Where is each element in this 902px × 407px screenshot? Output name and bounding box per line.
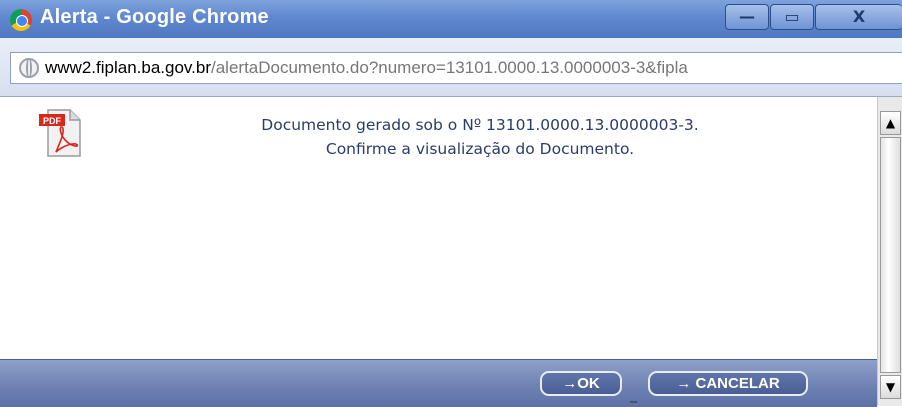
minimize-button[interactable]: — (725, 4, 769, 30)
url-field[interactable]: www2.fiplan.ba.gov.br/alertaDocumento.do… (10, 52, 902, 84)
chrome-logo-icon (10, 9, 32, 31)
address-bar: www2.fiplan.ba.gov.br/alertaDocumento.do… (0, 38, 902, 97)
message-line-2: Confirme a visualização do Documento. (325, 140, 635, 158)
globe-icon (19, 58, 39, 78)
url-host: www2.fiplan.ba.gov.br (45, 58, 211, 77)
ok-button[interactable]: →OK (540, 371, 622, 396)
window-title: Alerta - Google Chrome (40, 6, 269, 28)
url-text: www2.fiplan.ba.gov.br/alertaDocumento.do… (45, 58, 688, 78)
scroll-up-arrow-icon[interactable]: ▲ (880, 111, 901, 135)
cancel-button[interactable]: → CANCELAR (648, 371, 808, 396)
window-titlebar: Alerta - Google Chrome — ▭ X (0, 0, 902, 38)
maximize-button[interactable]: ▭ (770, 4, 814, 30)
pdf-badge-label: PDF (43, 116, 62, 126)
close-button[interactable]: X (815, 4, 902, 30)
url-path: /alertaDocumento.do?numero=13101.0000.13… (211, 58, 688, 77)
alert-message: Documento gerado sob o Nº 13101.0000.13.… (150, 113, 810, 161)
scroll-thumb[interactable] (880, 137, 901, 373)
pdf-document-icon: PDF (39, 109, 81, 157)
vertical-scrollbar[interactable]: ▲ ▼ (877, 97, 902, 406)
separator-mark: _ (630, 387, 637, 403)
scroll-down-arrow-icon[interactable]: ▼ (880, 375, 901, 399)
dialog-footer: →OK _ → CANCELAR (0, 359, 877, 407)
message-line-1: Documento gerado sob o Nº 13101.0000.13.… (261, 116, 699, 134)
